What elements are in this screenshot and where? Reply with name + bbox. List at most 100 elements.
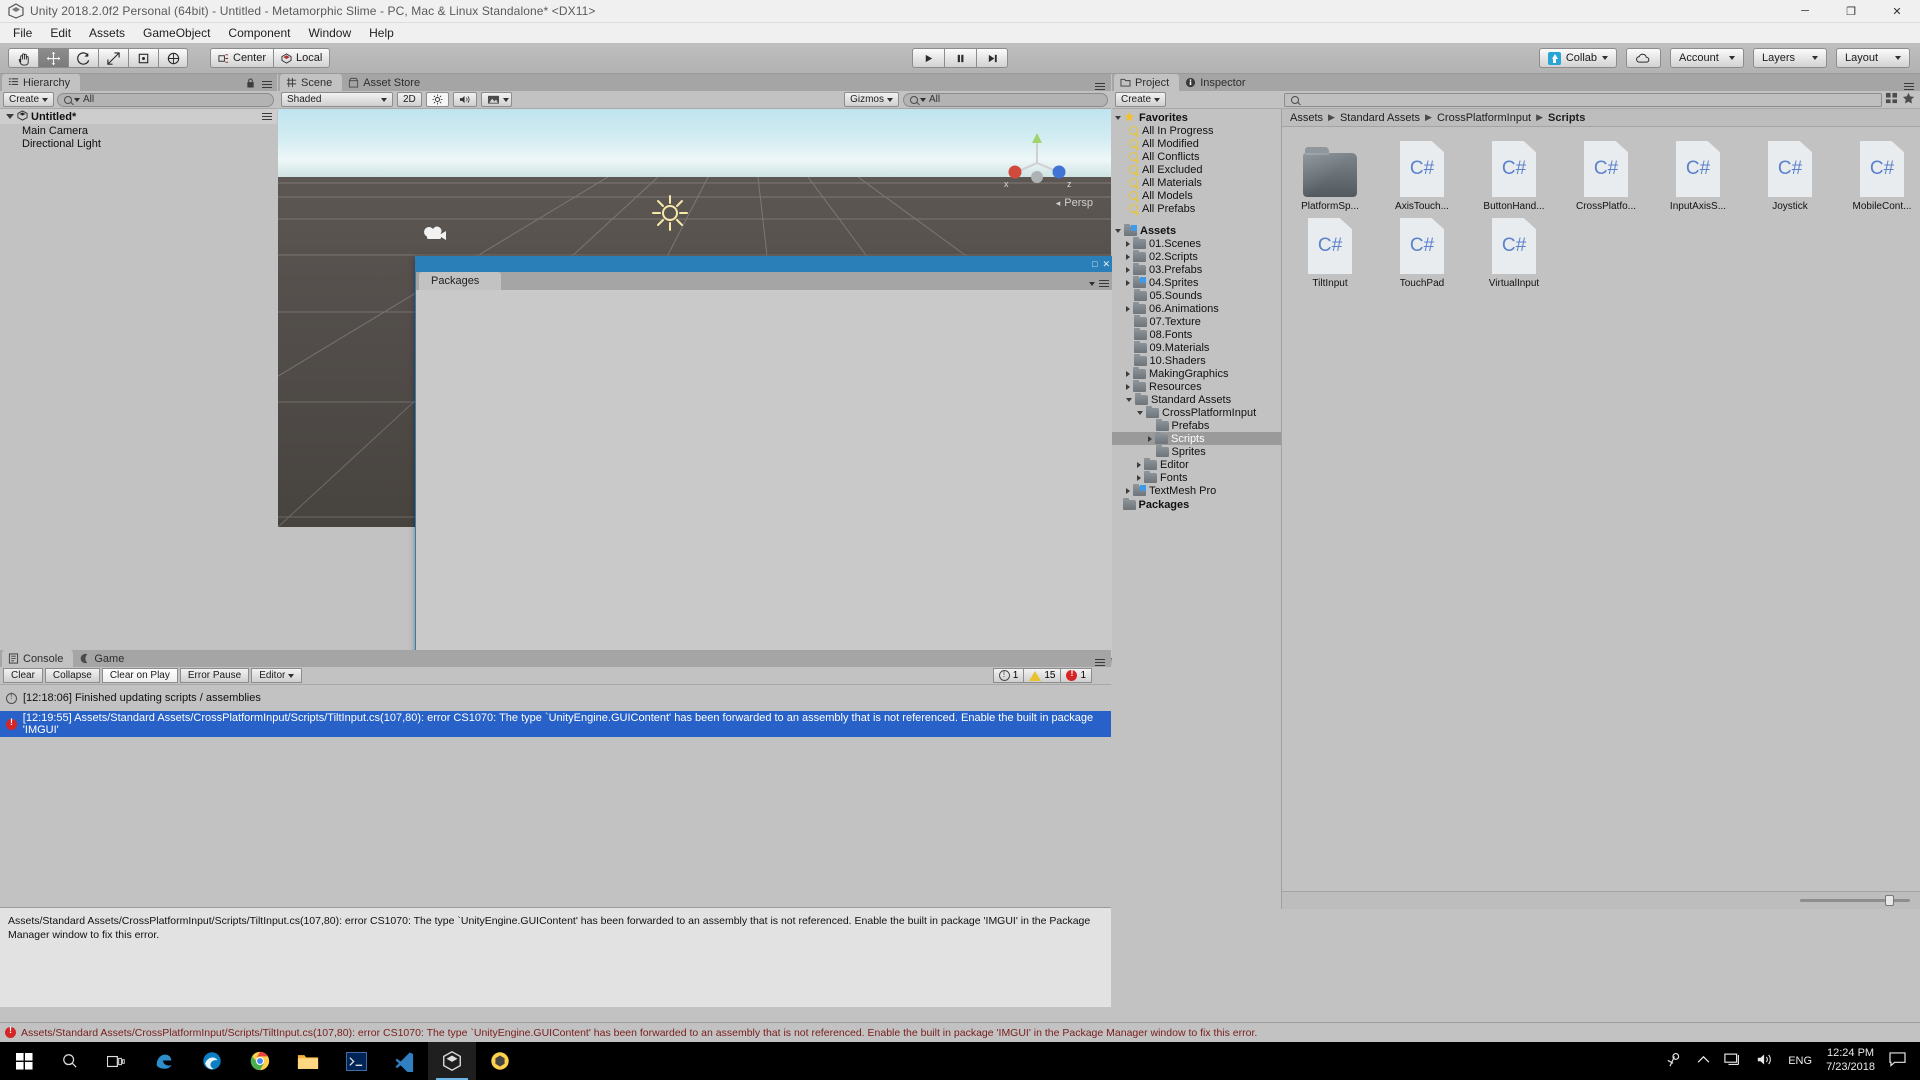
assets-root[interactable]: Assets (1112, 223, 1281, 237)
unity-hub-icon[interactable] (476, 1042, 524, 1080)
favorite-item[interactable]: All Prefabs (1112, 202, 1281, 215)
scene-projection-label[interactable]: ◂ Persp (1056, 197, 1093, 209)
vscode-icon[interactable] (380, 1042, 428, 1080)
terminal-icon[interactable] (332, 1042, 380, 1080)
asset-item[interactable]: C# TouchPad (1388, 218, 1456, 289)
hierarchy-item-main-camera[interactable]: Main Camera (0, 124, 277, 137)
lock-icon[interactable] (246, 77, 255, 91)
chevron-right-icon[interactable] (1126, 240, 1130, 247)
project-tree-item[interactable]: 04.Sprites (1112, 275, 1281, 289)
collab-button[interactable]: Collab (1538, 48, 1617, 68)
breadcrumb-item[interactable]: Assets (1290, 112, 1323, 124)
console-clear-button[interactable]: Clear (3, 668, 43, 683)
console-log-row[interactable]: [12:18:06] Finished updating scripts / a… (0, 685, 1111, 711)
project-tree-item[interactable]: 06.Animations (1112, 301, 1281, 315)
hierarchy-item-directional-light[interactable]: Directional Light (0, 137, 277, 150)
chrome-icon[interactable] (236, 1042, 284, 1080)
scale-tool-icon[interactable] (98, 48, 128, 68)
error-count[interactable]: 1 (1060, 668, 1092, 683)
play-button[interactable] (912, 48, 944, 68)
scene-context-icon[interactable] (260, 112, 272, 121)
scene-options-icon[interactable] (1093, 82, 1105, 91)
project-tree-item[interactable]: CrossPlatformInput (1112, 405, 1281, 419)
menu-file[interactable]: File (4, 24, 41, 42)
project-create-button[interactable]: Create (1115, 92, 1167, 107)
project-favorite-icon[interactable] (1902, 92, 1915, 107)
transform-tool-icon[interactable] (158, 48, 188, 68)
project-tree-item[interactable]: Prefabs (1112, 418, 1281, 432)
chevron-down-icon[interactable] (1126, 397, 1132, 402)
tab-inspector[interactable]: Inspector (1179, 74, 1256, 91)
menu-assets[interactable]: Assets (80, 24, 134, 42)
status-bar[interactable]: Assets/Standard Assets/CrossPlatformInpu… (0, 1022, 1920, 1042)
project-tree-item[interactable]: 10.Shaders (1112, 353, 1281, 367)
zoom-slider-knob[interactable] (1885, 895, 1894, 906)
asset-zoom-slider[interactable] (1800, 895, 1910, 906)
rotate-tool-icon[interactable] (68, 48, 98, 68)
tab-scene[interactable]: Scene (280, 74, 343, 91)
chevron-right-icon[interactable] (1126, 383, 1130, 390)
pause-button[interactable] (944, 48, 976, 68)
console-options-icon[interactable] (1093, 658, 1105, 667)
asset-item[interactable]: C# CrossPlatfo... (1572, 141, 1640, 212)
unity-icon[interactable] (428, 1042, 476, 1080)
hierarchy-search-input[interactable]: All (57, 92, 274, 107)
packages-titlebar[interactable]: □ ✕ (416, 257, 1114, 272)
file-explorer-icon[interactable] (284, 1042, 332, 1080)
packages-root[interactable]: Packages (1112, 497, 1281, 511)
rect-tool-icon[interactable] (128, 48, 158, 68)
scene-view-axis-gizmo[interactable]: x z (1001, 127, 1073, 199)
shading-mode-dropdown[interactable]: Shaded (281, 92, 393, 107)
asset-item[interactable]: C# InputAxisS... (1664, 141, 1732, 212)
language-indicator[interactable]: ENG (1788, 1055, 1812, 1067)
project-tree-item[interactable]: Sprites (1112, 444, 1281, 458)
asset-item[interactable]: C# TiltInput (1296, 218, 1364, 289)
asset-item[interactable]: C# AxisTouch... (1388, 141, 1456, 212)
favorite-item[interactable]: All In Progress (1112, 124, 1281, 137)
favorite-item[interactable]: All Excluded (1112, 163, 1281, 176)
project-search-input[interactable] (1284, 92, 1882, 107)
scene-effects-toggle[interactable] (480, 92, 512, 107)
console-error-pause-button[interactable]: Error Pause (179, 668, 250, 683)
tab-asset-store[interactable]: Asset Store (342, 74, 431, 91)
layout-button[interactable]: Layout (1836, 48, 1910, 68)
menu-edit[interactable]: Edit (41, 24, 80, 42)
pivot-rotation-button[interactable]: Local (273, 48, 331, 68)
taskbar-search-icon[interactable] (48, 1042, 92, 1080)
tab-console[interactable]: Console (2, 650, 74, 667)
project-tree-item[interactable]: 05.Sounds (1112, 288, 1281, 302)
project-tree-item[interactable]: Standard Assets (1112, 392, 1281, 406)
scene-search-input[interactable]: All (903, 92, 1108, 107)
hierarchy-options-icon[interactable] (260, 80, 272, 89)
task-view-icon[interactable] (92, 1042, 140, 1080)
hand-tool-icon[interactable] (8, 48, 38, 68)
hierarchy-scene-row[interactable]: Untitled* (0, 109, 277, 124)
chevron-right-icon[interactable] (1126, 370, 1130, 377)
chevron-right-icon[interactable] (1126, 253, 1130, 260)
project-tree-item[interactable]: 01.Scenes (1112, 236, 1281, 250)
project-tree-item[interactable]: MakingGraphics (1112, 366, 1281, 380)
favorites-root[interactable]: ★ Favorites (1112, 111, 1281, 124)
asset-item[interactable]: C# Joystick (1756, 141, 1824, 212)
project-tree-item[interactable]: Resources (1112, 379, 1281, 393)
chevron-down-icon[interactable] (1115, 115, 1121, 120)
breadcrumb-item[interactable]: Standard Assets (1340, 112, 1420, 124)
account-button[interactable]: Account (1670, 48, 1744, 68)
project-tree-item[interactable]: 02.Scripts (1112, 249, 1281, 263)
info-count[interactable]: 1 (992, 668, 1024, 683)
chevron-down-icon[interactable] (6, 114, 14, 119)
project-tree-item[interactable]: 09.Materials (1112, 340, 1281, 354)
hierarchy-create-button[interactable]: Create (3, 92, 55, 107)
chevron-right-icon[interactable] (1126, 487, 1130, 494)
move-tool-icon[interactable] (38, 48, 68, 68)
chevron-down-icon[interactable] (1115, 228, 1121, 233)
people-icon[interactable] (1665, 1052, 1683, 1071)
volume-icon[interactable] (1756, 1052, 1774, 1070)
tab-game[interactable]: Game (73, 650, 135, 667)
minimize-button[interactable]: ─ (1782, 0, 1828, 23)
asset-item[interactable]: C# VirtualInput (1480, 218, 1548, 289)
warning-count[interactable]: 15 (1023, 668, 1061, 683)
layers-button[interactable]: Layers (1753, 48, 1827, 68)
packages-minimize-button[interactable]: □ (1092, 260, 1097, 269)
favorite-item[interactable]: All Modified (1112, 137, 1281, 150)
